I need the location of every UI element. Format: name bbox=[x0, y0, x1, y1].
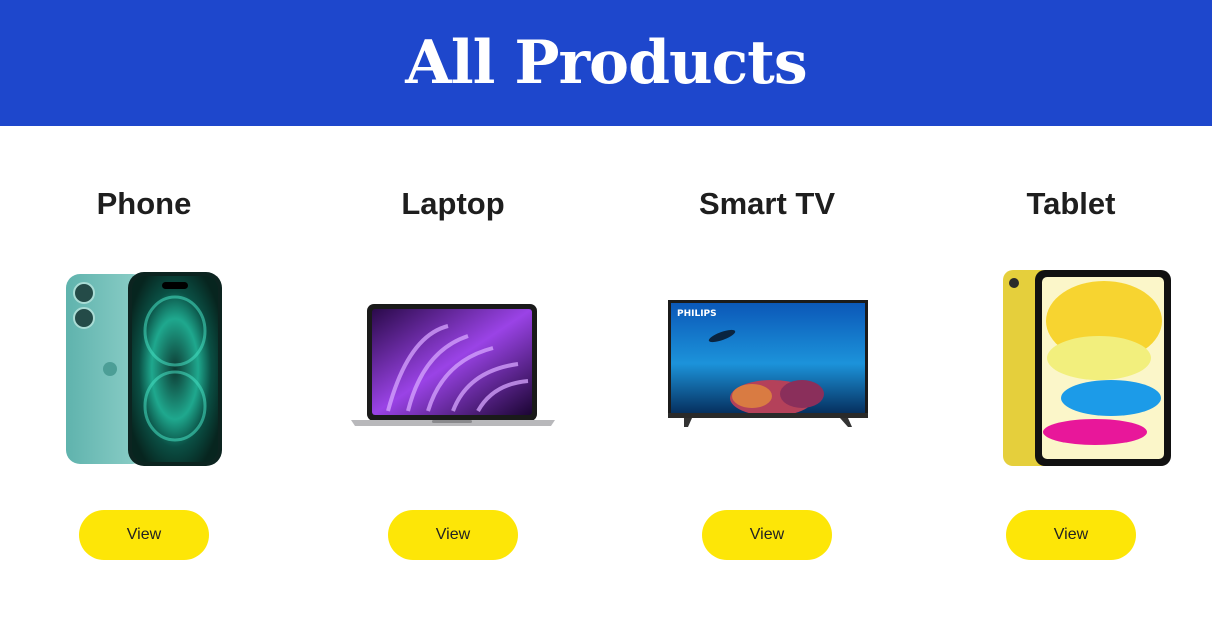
view-button[interactable]: View bbox=[1006, 510, 1136, 560]
product-title: Laptop bbox=[401, 186, 505, 221]
phone-image bbox=[24, 266, 264, 471]
page-header: All Products bbox=[0, 0, 1212, 126]
laptop-image bbox=[333, 266, 573, 471]
view-button[interactable]: View bbox=[79, 510, 209, 560]
tablet-image bbox=[951, 266, 1191, 471]
tv-brand-label: PHILIPS bbox=[677, 309, 717, 319]
product-title: Smart TV bbox=[698, 186, 836, 221]
product-grid: Phone View Laptop View Smart TV PHILIPS … bbox=[0, 126, 1212, 635]
view-button[interactable]: View bbox=[388, 510, 518, 560]
page-title: All Products bbox=[405, 28, 807, 98]
view-button[interactable]: View bbox=[702, 510, 832, 560]
product-title: Phone bbox=[96, 186, 192, 221]
product-title: Tablet bbox=[1026, 186, 1116, 221]
tv-image: PHILIPS bbox=[647, 266, 887, 471]
